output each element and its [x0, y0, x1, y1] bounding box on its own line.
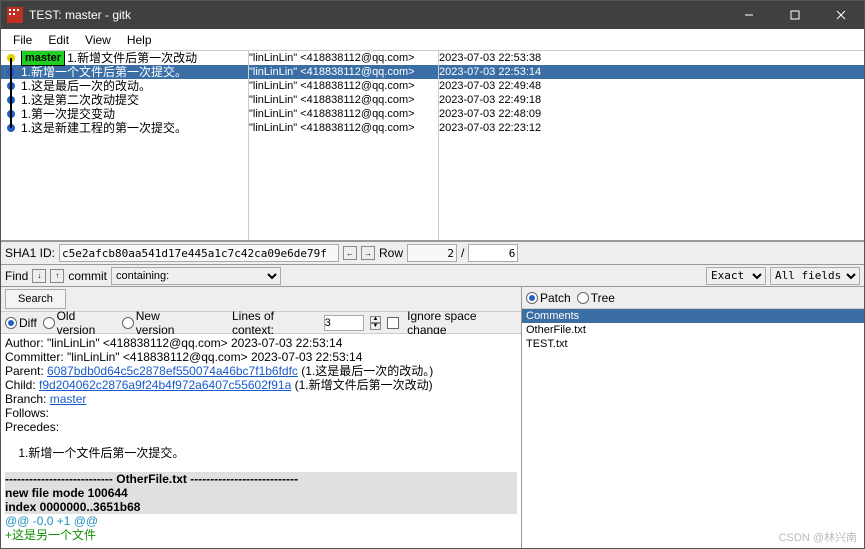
patch-radio[interactable]: Patch	[526, 291, 571, 305]
maximize-button[interactable]	[772, 1, 818, 29]
watermark: CSDN @林兴南	[779, 529, 857, 545]
date-row[interactable]: 2023-07-03 22:53:14	[439, 65, 864, 79]
row-sep: /	[461, 246, 464, 260]
bottom-pane: Search Diff Old version New version Line…	[1, 287, 864, 548]
date-row[interactable]: 2023-07-03 22:48:09	[439, 107, 864, 121]
close-button[interactable]	[818, 1, 864, 29]
loc-spinner[interactable]: ▲▼	[370, 316, 382, 330]
find-down-button[interactable]: ↓	[32, 269, 46, 283]
old-version-radio[interactable]: Old version	[43, 309, 116, 337]
sha-label: SHA1 ID:	[5, 246, 55, 260]
find-mode[interactable]: commit	[68, 269, 107, 283]
detail-body[interactable]: Author: "linLinLin" <418838112@qq.com> 2…	[1, 334, 521, 548]
ignore-space-checkbox[interactable]	[387, 317, 399, 329]
author-row[interactable]: "linLinLin" <418838112@qq.com>	[249, 93, 438, 107]
commit-list[interactable]: master1.新增文件后第一次改动1.新增一个文件后第一次提交。1.这是最后一…	[1, 51, 249, 240]
commit-row[interactable]: master1.新增文件后第一次改动	[1, 51, 248, 65]
branch-link[interactable]: master	[50, 392, 87, 406]
find-label: Find	[5, 269, 28, 283]
tree-item[interactable]: Comments	[522, 309, 864, 323]
menu-view[interactable]: View	[77, 31, 119, 49]
commit-row[interactable]: 1.这是第二次改动提交	[1, 93, 248, 107]
author-row[interactable]: "linLinLin" <418838112@qq.com>	[249, 121, 438, 135]
tree-radio[interactable]: Tree	[577, 291, 615, 305]
child-link[interactable]: f9d204062c2876a9f24b4f972a6407c55602f91a	[39, 378, 291, 392]
commit-row[interactable]: 1.这是最后一次的改动。	[1, 79, 248, 93]
loc-label: Lines of context:	[232, 309, 318, 337]
find-bar: Find ↓ ↑ commit containing: Exact All fi…	[1, 265, 864, 287]
minimize-button[interactable]	[726, 1, 772, 29]
branch-line: Branch: master	[5, 392, 517, 406]
find-fields-select[interactable]: All fields	[770, 267, 860, 285]
diff-radio[interactable]: Diff	[5, 316, 37, 330]
window-title: TEST: master - gitk	[29, 8, 726, 22]
author-row[interactable]: "linLinLin" <418838112@qq.com>	[249, 65, 438, 79]
ignore-space-label: Ignore space change	[407, 309, 517, 337]
tree-item[interactable]: TEST.txt	[522, 337, 864, 351]
tree-pane: Patch Tree CommentsOtherFile.txtTEST.txt	[522, 287, 864, 548]
find-op-select[interactable]: containing:	[111, 267, 281, 285]
tree-item[interactable]: OtherFile.txt	[522, 323, 864, 337]
author-line: Author: "linLinLin" <418838112@qq.com> 2…	[5, 336, 517, 350]
committer-line: Committer: "linLinLin" <418838112@qq.com…	[5, 350, 517, 364]
loc-input[interactable]	[324, 315, 364, 331]
child-line: Child: f9d204062c2876a9f24b4f972a6407c55…	[5, 378, 517, 392]
sha-bar: SHA1 ID: ← → Row /	[1, 241, 864, 265]
tree-toolbar: Patch Tree	[522, 287, 864, 309]
parent-link[interactable]: 6087bdb0d64c5c2878ef550074a46bc7f1b6fdfc	[47, 364, 298, 378]
history-pane: master1.新增文件后第一次改动1.新增一个文件后第一次提交。1.这是最后一…	[1, 51, 864, 241]
author-row[interactable]: "linLinLin" <418838112@qq.com>	[249, 79, 438, 93]
diff-file-header: --------------------------- OtherFile.tx…	[5, 472, 517, 486]
follows-line: Follows:	[5, 406, 517, 420]
detail-toolbar: Diff Old version New version Lines of co…	[1, 312, 521, 334]
titlebar: TEST: master - gitk	[1, 1, 864, 29]
new-version-radio[interactable]: New version	[122, 309, 200, 337]
date-list[interactable]: 2023-07-03 22:53:382023-07-03 22:53:1420…	[439, 51, 864, 240]
menu-edit[interactable]: Edit	[40, 31, 77, 49]
precedes-line: Precedes:	[5, 420, 517, 434]
menu-file[interactable]: File	[5, 31, 40, 49]
detail-pane: Search Diff Old version New version Line…	[1, 287, 522, 548]
parent-line: Parent: 6087bdb0d64c5c2878ef550074a46bc7…	[5, 364, 517, 378]
commit-row[interactable]: 1.新增一个文件后第一次提交。	[1, 65, 248, 79]
commit-row[interactable]: 1.这是新建工程的第一次提交。	[1, 121, 248, 135]
sha-input[interactable]	[59, 244, 339, 262]
commit-row[interactable]: 1.第一次提交变动	[1, 107, 248, 121]
author-list[interactable]: "linLinLin" <418838112@qq.com>"linLinLin…	[249, 51, 439, 240]
branch-tag: master	[21, 51, 65, 66]
row-total	[468, 244, 518, 262]
author-row[interactable]: "linLinLin" <418838112@qq.com>	[249, 107, 438, 121]
row-input[interactable]	[407, 244, 457, 262]
date-row[interactable]: 2023-07-03 22:49:18	[439, 93, 864, 107]
app-icon	[7, 7, 23, 23]
date-row[interactable]: 2023-07-03 22:53:38	[439, 51, 864, 65]
diff-add-line: +这是另一个文件	[5, 528, 517, 542]
nav-fwd-button[interactable]: →	[361, 246, 375, 260]
find-match-select[interactable]: Exact	[706, 267, 766, 285]
diff-hunk: @@ -0,0 +1 @@	[5, 514, 517, 528]
menubar: File Edit View Help	[1, 29, 864, 51]
commit-message: 1.新增一个文件后第一次提交。	[5, 446, 517, 460]
tree-body[interactable]: CommentsOtherFile.txtTEST.txt	[522, 309, 864, 548]
author-row[interactable]: "linLinLin" <418838112@qq.com>	[249, 51, 438, 65]
diff-index: index 0000000..3651b68	[5, 500, 517, 514]
date-row[interactable]: 2023-07-03 22:23:12	[439, 121, 864, 135]
search-button[interactable]: Search	[5, 289, 66, 309]
menu-help[interactable]: Help	[119, 31, 160, 49]
date-row[interactable]: 2023-07-03 22:49:48	[439, 79, 864, 93]
row-label: Row	[379, 246, 403, 260]
find-up-button[interactable]: ↑	[50, 269, 64, 283]
diff-mode: new file mode 100644	[5, 486, 517, 500]
nav-back-button[interactable]: ←	[343, 246, 357, 260]
